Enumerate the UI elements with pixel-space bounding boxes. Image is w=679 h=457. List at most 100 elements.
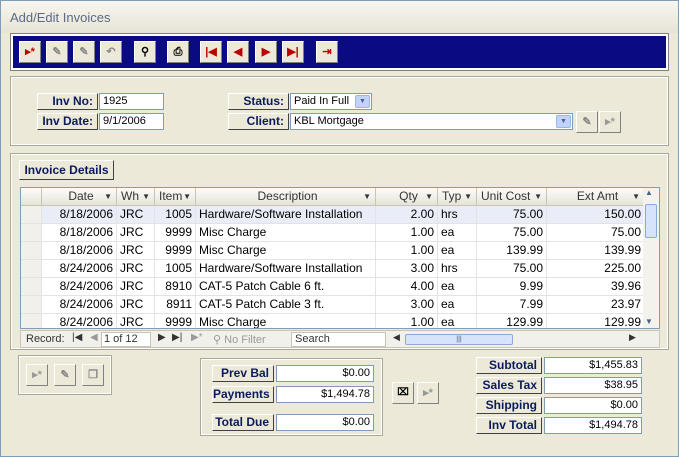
table-cell[interactable]: 8/18/2006 [42,206,117,224]
invoice-details-button[interactable]: Invoice Details [19,160,114,180]
table-row[interactable]: 8/24/2006 JRC 8910 CAT-5 Patch Cable 6 ft. 4… [21,278,645,296]
table-cell[interactable]: 129.99 [547,314,645,328]
col-typ[interactable]: Typ ▼ [438,188,477,206]
chevron-down-icon[interactable]: ▼ [556,115,571,128]
scroll-thumb[interactable] [645,204,657,238]
search-input[interactable]: Search [291,332,386,347]
table-cell[interactable]: 1.00 [376,314,438,328]
row-selector[interactable] [21,242,42,260]
col-item[interactable]: Item ▼ [155,188,196,206]
copy-detail-icon[interactable]: ❐ [82,364,104,386]
row-selector[interactable] [21,314,42,328]
scroll-left-icon[interactable]: ◀ [393,332,400,343]
table-cell[interactable]: 1005 [155,206,196,224]
table-cell[interactable]: hrs [438,206,477,224]
chevron-down-icon[interactable]: ▼ [355,95,370,108]
table-cell[interactable]: 8910 [155,278,196,296]
edit-icon[interactable]: ✎ [46,41,68,63]
table-cell[interactable]: 4.00 [376,278,438,296]
table-cell[interactable]: 139.99 [547,242,645,260]
next-record-icon[interactable]: ▶ [255,41,277,63]
table-cell[interactable]: 3.00 [376,296,438,314]
table-cell[interactable]: JRC [117,242,155,260]
table-cell[interactable]: 75.00 [477,224,547,242]
table-cell[interactable]: Misc Charge [196,314,376,328]
inv-total-field[interactable]: $1,494.78 [544,417,642,434]
row-selector[interactable] [21,260,42,278]
table-cell[interactable]: ea [438,296,477,314]
table-row[interactable]: 8/24/2006 JRC 1005 Hardware/Software Instal… [21,260,645,278]
last-record-icon[interactable]: ▶| [282,41,304,63]
select-all-corner[interactable] [21,188,42,206]
shipping-field[interactable]: $0.00 [544,397,642,414]
nav-first-icon[interactable]: |◀ [72,332,82,343]
table-cell[interactable]: 7.99 [477,296,547,314]
table-cell[interactable]: JRC [117,314,155,328]
table-cell[interactable]: 9.99 [477,278,547,296]
table-cell[interactable]: 8/24/2006 [42,314,117,328]
payments-field[interactable]: $1,494.78 [276,386,374,403]
inv-no-field[interactable]: 1925 [99,93,164,110]
col-wh[interactable]: Wh ▼ [117,188,155,206]
col-unit-cost[interactable]: Unit Cost ▼ [477,188,547,206]
table-row[interactable]: 8/18/2006 JRC 9999 Misc Charge 1.00 ea 75.00 75… [21,224,645,242]
table-cell[interactable]: ea [438,242,477,260]
table-row[interactable]: 8/18/2006 JRC 1005 Hardware/Software Instal… [21,206,645,224]
table-cell[interactable]: 8/18/2006 [42,242,117,260]
table-cell[interactable]: 9999 [155,314,196,328]
col-date[interactable]: Date ▼ [42,188,117,206]
nav-new-icon[interactable]: ▶* [191,332,203,343]
table-cell[interactable]: 1.00 [376,242,438,260]
row-selector[interactable] [21,206,42,224]
col-ext-amt[interactable]: Ext Amt ▼ [547,188,645,206]
col-qty[interactable]: Qty ▼ [376,188,438,206]
table-cell[interactable]: 8/24/2006 [42,278,117,296]
print-icon[interactable]: ⎙ [167,41,189,63]
table-cell[interactable]: 8/18/2006 [42,224,117,242]
table-cell[interactable]: 8/24/2006 [42,296,117,314]
table-cell[interactable]: 150.00 [547,206,645,224]
table-cell[interactable]: 75.00 [477,206,547,224]
table-cell[interactable]: 75.00 [547,224,645,242]
table-cell[interactable]: 1.00 [376,224,438,242]
table-cell[interactable]: 75.00 [477,260,547,278]
table-cell[interactable]: 3.00 [376,260,438,278]
inv-date-field[interactable]: 9/1/2006 [99,113,164,130]
payment-icon[interactable]: ⌧ [392,382,414,404]
table-cell[interactable]: 139.99 [477,242,547,260]
scroll-right-icon[interactable]: ▶ [629,332,636,343]
table-row[interactable]: 8/24/2006 JRC 8911 CAT-5 Patch Cable 3 ft. 3… [21,296,645,314]
sales-tax-field[interactable]: $38.95 [544,377,642,394]
table-cell[interactable]: 23.97 [547,296,645,314]
table-cell[interactable]: 129.99 [477,314,547,328]
nav-last-icon[interactable]: ▶| [172,332,182,343]
total-due-field[interactable]: $0.00 [276,414,374,431]
table-row[interactable]: 8/24/2006 JRC 9999 Misc Charge 1.00 ea 129.99 1… [21,314,645,328]
table-cell[interactable]: 9999 [155,242,196,260]
first-record-icon[interactable]: |◀ [200,41,222,63]
exit-door-icon[interactable]: ⇥ [316,41,338,63]
horizontal-scroll-thumb[interactable]: ||| [405,334,513,345]
table-cell[interactable]: JRC [117,260,155,278]
table-row[interactable]: 8/18/2006 JRC 9999 Misc Charge 1.00 ea 139.99 1… [21,242,645,260]
subtotal-field[interactable]: $1,455.83 [544,357,642,374]
table-cell[interactable]: Hardware/Software Installation [196,206,376,224]
record-position-field[interactable]: 1 of 12 [101,332,151,347]
save-icon[interactable]: ✎ [73,41,95,63]
new-client-icon[interactable]: ▸* [599,111,621,133]
table-cell[interactable]: JRC [117,224,155,242]
client-select[interactable]: KBL Mortgage ▼ [290,113,573,130]
table-cell[interactable]: hrs [438,260,477,278]
table-cell[interactable]: JRC [117,278,155,296]
table-cell[interactable]: JRC [117,206,155,224]
prev-bal-field[interactable]: $0.00 [276,365,374,382]
table-cell[interactable]: 39.96 [547,278,645,296]
scroll-down-icon[interactable]: ▼ [645,317,653,326]
add-payment-icon[interactable]: ▸* [417,382,439,404]
filter-indicator[interactable]: ⚲ No Filter [213,333,266,346]
status-select[interactable]: Paid In Full ▼ [290,93,372,110]
table-cell[interactable]: 2.00 [376,206,438,224]
table-cell[interactable]: 8911 [155,296,196,314]
col-description[interactable]: Description ▼ [196,188,376,206]
table-cell[interactable]: CAT-5 Patch Cable 6 ft. [196,278,376,296]
